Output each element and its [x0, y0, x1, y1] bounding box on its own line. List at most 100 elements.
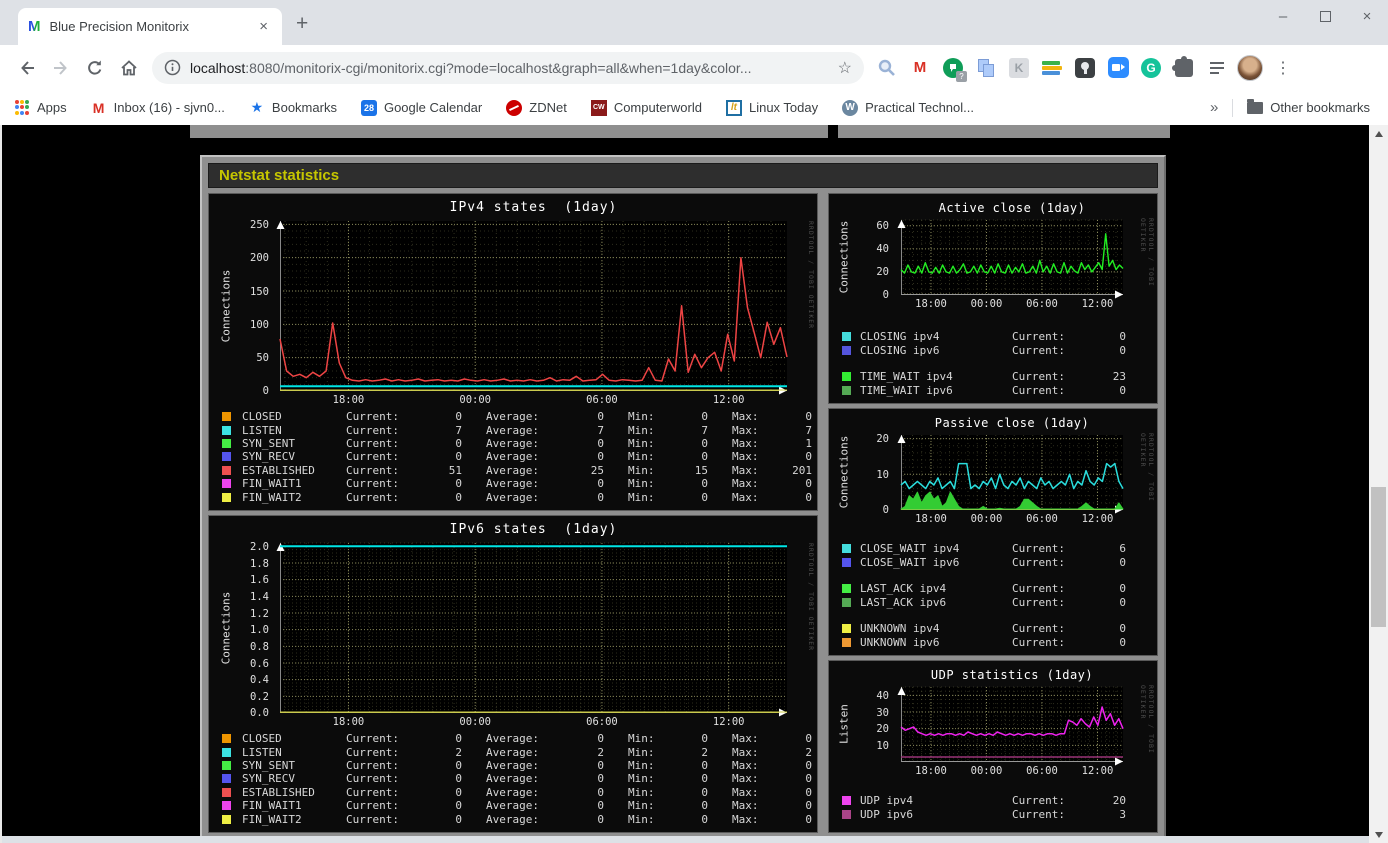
y-tick-label: 0 — [262, 384, 269, 397]
legend-row: UNKNOWN ipv6 Current: 0 — [842, 636, 1157, 650]
bookmark-label: Apps — [37, 100, 67, 115]
bookmark-inbox[interactable]: M Inbox (16) - sjvn0... — [91, 100, 225, 116]
hangouts-badge: ? — [956, 70, 967, 82]
x-tick-label: 06:00 — [586, 716, 618, 728]
graph-legend: CLOSED Current: 0 Average: 0 Min: 0 Max: 0 LISTEN… — [209, 410, 817, 504]
legend-swatch — [222, 801, 231, 811]
y-tick-label: 20 — [876, 723, 889, 736]
y-tick-label: 150 — [250, 285, 269, 298]
y-axis-ticks: 0 50 100 150 200 250 — [209, 219, 273, 397]
y-tick-label: 2.0 — [250, 540, 269, 553]
y-tick-label: 60 — [876, 220, 889, 233]
legend-row: FIN_WAIT2 Current: 0 Average: 0 Min: 0 Max: 0 — [222, 812, 817, 826]
y-tick-label: 0.0 — [250, 706, 269, 719]
playlist-extension-icon[interactable] — [1204, 55, 1230, 81]
page-content: Netstat statistics IPv4 states (1day) Co… — [0, 125, 1388, 843]
tab-monitorix[interactable]: M Blue Precision Monitorix × — [18, 8, 282, 45]
address-bar[interactable]: localhost :8080/monitorix-cgi/monitorix.… — [152, 51, 864, 84]
legend-row: UDP ipv6 Current: 3 — [842, 808, 1157, 822]
udp-statistics-graph[interactable]: UDP statistics (1day) Listen 10 20 30 40 18… — [828, 660, 1158, 833]
forward-button[interactable] — [44, 51, 78, 85]
x-axis-ticks: 18:00 00:00 06:00 12:00 — [901, 765, 1123, 778]
legend-swatch — [222, 747, 231, 757]
grammarly-extension-icon[interactable]: G — [1138, 55, 1164, 81]
back-button[interactable] — [10, 51, 44, 85]
y-tick-label: 100 — [250, 318, 269, 331]
apps-grid-icon — [14, 99, 30, 116]
y-axis-ticks: 10 20 30 40 — [829, 687, 893, 762]
y-tick-label: 10 — [876, 739, 889, 752]
x-axis-ticks: 18:00 00:00 06:00 12:00 — [280, 394, 787, 407]
bookmark-apps[interactable]: Apps — [14, 99, 67, 116]
legend-row: ESTABLISHED Current: 51 Average: 25 Min: 15 Max… — [222, 464, 817, 477]
close-window-button[interactable]: × — [1346, 0, 1388, 32]
minimize-button[interactable]: – — [1262, 0, 1304, 32]
ipv4-states-graph[interactable]: IPv4 states (1day) Connections 0 50 100 150… — [208, 193, 818, 511]
x-axis-ticks: 18:00 00:00 06:00 12:00 — [901, 513, 1123, 526]
bookmark-google-calendar[interactable]: 28 Google Calendar — [360, 99, 482, 116]
legend-row: SYN_SENT Current: 0 Average: 0 Min: 0 Max: 1 — [222, 437, 817, 450]
other-bookmarks-button[interactable]: Other bookmarks — [1247, 98, 1370, 116]
bookmark-zdnet[interactable]: ZDNet — [506, 99, 567, 116]
y-tick-label: 0 — [882, 288, 889, 301]
bookmark-label: Bookmarks — [271, 100, 337, 115]
maximize-button[interactable] — [1304, 0, 1346, 32]
home-button[interactable] — [112, 51, 146, 85]
gmail-extension-icon[interactable]: M — [907, 55, 933, 81]
previous-section-frame — [190, 125, 828, 138]
bookmarks-divider — [1232, 98, 1234, 117]
legend-group: UDP ipv4 Current: 20 UDP ipv6 Current: 3 — [842, 794, 1157, 821]
profile-avatar[interactable] — [1237, 54, 1263, 81]
legend-group: CLOSE_WAIT ipv4 Current: 6 CLOSE_WAIT ipv6 C… — [842, 542, 1157, 569]
scrollbar-thumb[interactable] — [1371, 487, 1386, 627]
browser-menu-button[interactable]: ⋮ — [1270, 55, 1296, 81]
books-extension-icon[interactable] — [1039, 55, 1065, 81]
x-tick-label: 18:00 — [332, 394, 365, 406]
monitorix-favicon-icon: M — [28, 18, 41, 35]
legend-swatch — [842, 624, 851, 634]
legend-swatch — [842, 345, 851, 355]
new-tab-button[interactable]: + — [296, 12, 308, 36]
legend-row: LAST_ACK ipv6 Current: 0 — [842, 596, 1157, 610]
y-axis-ticks: 0.0 0.2 0.4 0.6 0.8 1.0 1.2 1.4 1.6 1.8 2.0 — [209, 540, 273, 719]
x-tick-label: 00:00 — [970, 765, 1003, 777]
page-scrollbar[interactable] — [1369, 125, 1388, 843]
bookmark-star-icon[interactable]: ☆ — [838, 58, 852, 78]
page-info-icon[interactable] — [164, 59, 181, 76]
browser-window: M Blue Precision Monitorix × + – × local… — [0, 0, 1388, 843]
active-close-graph[interactable]: Active close (1day) Connections 0 20 40 60 … — [828, 193, 1158, 404]
k-extension-icon[interactable]: K — [1006, 55, 1032, 81]
legend-swatch — [222, 452, 231, 462]
legend-swatch — [222, 760, 231, 770]
tab-close-icon[interactable]: × — [255, 18, 272, 35]
home-icon — [121, 59, 137, 75]
search-extension-icon[interactable] — [874, 55, 900, 81]
legend-row: FIN_WAIT2 Current: 0 Average: 0 Min: 0 Max: 0 — [222, 490, 817, 504]
scrollbar-up-arrow-icon[interactable] — [1369, 125, 1388, 142]
bookmark-bookmarks[interactable]: ★ Bookmarks — [249, 99, 337, 116]
gmail-icon: M — [92, 99, 105, 116]
scrollbar-down-arrow-icon[interactable] — [1369, 826, 1388, 843]
legend-row: SYN_RECV Current: 0 Average: 0 Min: 0 Max: 0 — [222, 772, 817, 785]
bookmarks-overflow-button[interactable]: » — [1210, 99, 1218, 116]
zoom-extension-icon[interactable] — [1105, 55, 1131, 81]
reload-button[interactable] — [78, 51, 112, 85]
copy-pages-extension-icon[interactable] — [973, 55, 999, 81]
tab-title: Blue Precision Monitorix — [49, 19, 189, 34]
graph-legend: UDP ipv4 Current: 20 UDP ipv6 Current: 3 — [829, 794, 1157, 821]
passive-close-graph[interactable]: Passive close (1day) Connections 0 10 20 1… — [828, 408, 1158, 656]
bookmark-label: Computerworld — [613, 100, 702, 115]
extensions-puzzle-icon[interactable] — [1171, 55, 1197, 81]
bookmark-computerworld[interactable]: CW Computerworld — [590, 99, 702, 116]
legend-row: CLOSE_WAIT ipv4 Current: 6 — [842, 542, 1157, 556]
bookmark-practical-technology[interactable]: W Practical Technol... — [842, 99, 974, 116]
legend-swatch — [842, 544, 851, 554]
bookmark-linux-today[interactable]: lt Linux Today — [725, 99, 818, 116]
keeper-extension-icon[interactable] — [1072, 55, 1098, 81]
legend-swatch — [222, 479, 231, 489]
legend-row: SYN_RECV Current: 0 Average: 0 Min: 0 Max: 0 — [222, 450, 817, 463]
hangouts-extension-icon[interactable]: ? — [940, 55, 967, 82]
ipv6-states-graph[interactable]: IPv6 states (1day) Connections 0.0 0.2 0.4… — [208, 515, 818, 833]
y-tick-label: 200 — [250, 252, 269, 265]
x-tick-label: 18:00 — [915, 513, 947, 525]
